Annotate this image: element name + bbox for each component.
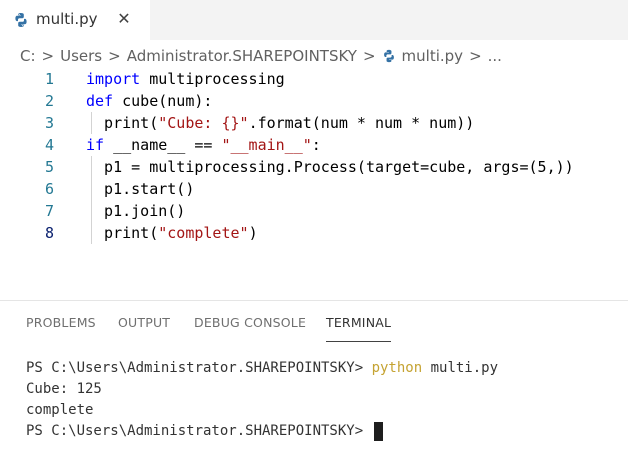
code-text: p1 = multiprocessing.Process(target=cube… bbox=[86, 156, 574, 178]
code-text: p1.start() bbox=[86, 178, 194, 200]
terminal-cursor bbox=[373, 421, 383, 441]
line-number: 2 bbox=[44, 92, 54, 110]
terminal-output: Cube: 125 bbox=[26, 381, 102, 397]
line-number: 3 bbox=[44, 114, 54, 132]
terminal[interactable]: PS C:\Users\Administrator.SHAREPOINTSKY>… bbox=[26, 358, 498, 442]
code-line: 5 p1 = multiprocessing.Process(target=cu… bbox=[0, 156, 628, 178]
active-tab-indicator bbox=[326, 341, 391, 342]
close-icon[interactable]: ✕ bbox=[115, 9, 133, 28]
code-text: if __name__ == "__main__": bbox=[86, 134, 321, 156]
panel-divider bbox=[0, 300, 628, 301]
code-text: p1.join() bbox=[86, 200, 185, 222]
terminal-line: PS C:\Users\Administrator.SHAREPOINTSKY>… bbox=[26, 358, 498, 379]
breadcrumb-separator: > bbox=[362, 47, 376, 65]
code-token: multiprocessing bbox=[140, 70, 285, 88]
code-line: 1 import multiprocessing bbox=[0, 68, 628, 90]
code-text: import multiprocessing bbox=[86, 68, 285, 90]
code-token: p1 = multiprocessing.Process(target=cube… bbox=[86, 158, 574, 176]
breadcrumb-item-more[interactable]: ... bbox=[488, 47, 502, 65]
line-number: 1 bbox=[44, 70, 54, 88]
code-text: print("complete") bbox=[86, 222, 258, 244]
code-token: cube(num): bbox=[113, 92, 213, 110]
tab-output[interactable]: OUTPUT bbox=[118, 315, 170, 330]
line-number: 6 bbox=[44, 180, 54, 198]
tab-problems[interactable]: PROBLEMS bbox=[26, 315, 96, 330]
tab-debug-console[interactable]: DEBUG CONSOLE bbox=[194, 315, 306, 330]
code-token: print( bbox=[86, 224, 159, 242]
line-number: 8 bbox=[44, 224, 54, 242]
code-token: ) bbox=[248, 224, 258, 242]
string-token: "complete" bbox=[158, 224, 249, 242]
code-line: 4 if __name__ == "__main__": bbox=[0, 134, 628, 156]
line-number: 5 bbox=[44, 158, 54, 176]
keyword-token: def bbox=[86, 92, 114, 110]
code-text: def cube(num): bbox=[86, 90, 212, 112]
code-token: p1.start() bbox=[86, 180, 195, 198]
code-token: : bbox=[311, 136, 321, 154]
breadcrumb-item-users[interactable]: Users bbox=[60, 47, 102, 65]
breadcrumb-separator: > bbox=[108, 47, 121, 65]
python-file-icon bbox=[15, 13, 27, 27]
breadcrumb-item-administrator[interactable]: Administrator.SHAREPOINTSKY bbox=[127, 47, 357, 65]
keyword-token: if bbox=[86, 136, 105, 154]
code-token: p1.join() bbox=[86, 202, 186, 220]
code-line: 6 p1.start() bbox=[0, 178, 628, 200]
keyword-token: import bbox=[86, 70, 141, 88]
breadcrumb-item-file[interactable]: multi.py bbox=[402, 47, 464, 65]
string-token: "__main__" bbox=[221, 136, 312, 154]
code-line: 3 print("Cube: {}".format(num * num * nu… bbox=[0, 112, 628, 134]
code-token: .format(num * num * num)) bbox=[248, 114, 475, 132]
code-token: print( bbox=[86, 114, 159, 132]
code-editor[interactable]: 1 import multiprocessing 2 def cube(num): 3 … bbox=[0, 68, 628, 273]
code-line: 7 p1.join() bbox=[0, 200, 628, 222]
terminal-command: python bbox=[371, 360, 423, 376]
breadcrumb-item-drive[interactable]: C: bbox=[20, 47, 36, 65]
editor-tab-bar: multi.py ✕ bbox=[0, 0, 628, 40]
line-number: 4 bbox=[44, 136, 54, 154]
breadcrumb: C: > Users > Administrator.SHAREPOINTSKY… bbox=[20, 45, 502, 67]
python-file-icon bbox=[383, 49, 394, 63]
terminal-prompt: PS C:\Users\Administrator.SHAREPOINTSKY> bbox=[26, 423, 372, 439]
code-line: 2 def cube(num): bbox=[0, 90, 628, 112]
terminal-command-args: multi.py bbox=[422, 360, 499, 376]
tab-terminal[interactable]: TERMINAL bbox=[326, 315, 391, 330]
code-line: 8 print("complete") bbox=[0, 222, 628, 244]
terminal-output: complete bbox=[26, 402, 94, 418]
string-token: "Cube: {}" bbox=[158, 114, 249, 132]
line-number: 7 bbox=[44, 202, 54, 220]
tab-label: multi.py bbox=[36, 10, 98, 28]
code-text: print("Cube: {}".format(num * num * num)… bbox=[86, 112, 474, 134]
terminal-prompt: PS C:\Users\Administrator.SHAREPOINTSKY> bbox=[26, 360, 372, 376]
breadcrumb-separator: > bbox=[41, 47, 55, 65]
terminal-line: PS C:\Users\Administrator.SHAREPOINTSKY> bbox=[26, 421, 498, 442]
code-token: __name__ == bbox=[104, 136, 222, 154]
breadcrumb-separator: > bbox=[469, 47, 482, 65]
editor-tab-multi-py[interactable]: multi.py ✕ bbox=[0, 0, 150, 40]
